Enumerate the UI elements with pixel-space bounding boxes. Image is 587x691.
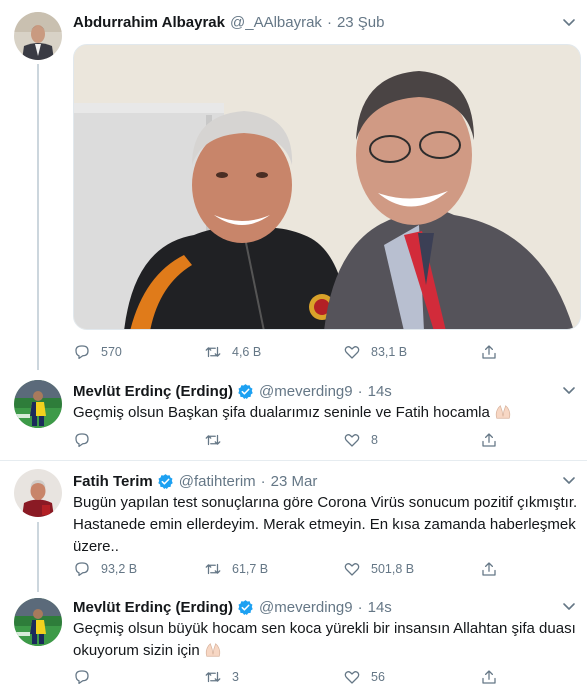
separator-dot: · [326,13,332,31]
share-action[interactable] [480,430,508,450]
praying-hands-icon [495,405,511,419]
author-name[interactable]: Mevlüt Erdinç (Erding) [73,383,233,400]
tweet-header: Mevlüt Erdinç (Erding) @meverding9 · 14s [73,381,392,401]
share-action[interactable] [480,342,508,362]
tweet-photo[interactable] [73,44,581,330]
reply-action[interactable]: 570 [73,342,122,362]
share-icon [482,345,496,359]
tweet-actions: 570 4,6 B 83,1 B [73,342,503,362]
retweet-icon [205,563,221,575]
tweet-time[interactable]: 23 Şub [337,14,385,31]
verified-badge-icon [237,599,254,616]
avatar[interactable] [14,469,62,517]
tweet-actions: 3 56 [73,667,503,687]
tweet-text-content: Geçmiş olsun büyük hocam sen koca yürekl… [73,620,576,659]
like-count: 56 [371,670,385,684]
chevron-down-icon[interactable] [561,472,577,488]
retweet-action[interactable]: 3 [204,667,239,687]
heart-icon [344,671,360,684]
reply-icon [75,670,89,685]
reply-action[interactable] [73,430,101,450]
tweet-actions: 8 [73,430,503,450]
tweet-actions: 93,2 B 61,7 B 501,8 B [73,559,503,579]
share-action[interactable] [480,559,508,579]
tweet-header: Fatih Terim @fatihterim · 23 Mar [73,471,317,491]
tweet-text-content: Geçmiş olsun Başkan şifa dualarımız seni… [73,404,490,421]
tweet-time[interactable]: 14s [368,599,392,616]
author-name[interactable]: Mevlüt Erdinç (Erding) [73,599,233,616]
retweet-icon [205,346,221,358]
tweet-text: Bugün yapılan test sonuçlarına göre Coro… [73,494,578,555]
author-handle[interactable]: @meverding9 [259,599,353,616]
verified-badge-icon [157,473,174,490]
avatar[interactable] [14,380,62,428]
like-action[interactable]: 8 [343,430,378,450]
retweet-action[interactable]: 61,7 B [204,559,268,579]
tweet-text: Geçmiş olsun büyük hocam sen koca yürekl… [73,618,581,662]
reply-icon [75,345,89,360]
reply-action[interactable] [73,667,101,687]
like-action[interactable]: 501,8 B [343,559,414,579]
retweet-count: 3 [232,670,239,684]
reply-count: 570 [101,345,122,359]
author-handle[interactable]: @fatihterim [179,473,256,490]
author-handle[interactable]: @meverding9 [259,383,353,400]
retweet-action[interactable] [204,430,232,450]
author-name[interactable]: Abdurrahim Albayrak [73,14,225,31]
tweet-thread: Abdurrahim Albayrak @_AAlbayrak · 23 Şub [0,0,587,691]
share-icon [482,562,496,576]
tweet-time[interactable]: 14s [368,383,392,400]
separator-dot: · [357,382,363,400]
chevron-down-icon[interactable] [561,598,577,614]
tweet-text: Geçmiş olsun Başkan şifa dualarımız seni… [73,402,573,424]
separator-dot: · [357,598,363,616]
tweet-header: Abdurrahim Albayrak @_AAlbayrak · 23 Şub [73,12,384,32]
praying-hands-icon [205,643,220,657]
tweet-time[interactable]: 23 Mar [271,473,318,490]
verified-badge-icon [237,383,254,400]
retweet-icon [205,434,221,446]
retweet-icon [205,671,221,683]
avatar[interactable] [14,12,62,60]
retweet-count: 61,7 B [232,562,269,576]
like-count: 83,1 B [371,345,408,359]
avatar[interactable] [14,598,62,646]
reply-icon [75,562,89,577]
author-handle[interactable]: @_AAlbayrak [230,14,322,31]
tweet-header: Mevlüt Erdinç (Erding) @meverding9 · 14s [73,597,392,617]
tweet[interactable]: Abdurrahim Albayrak @_AAlbayrak · 23 Şub [0,0,587,372]
tweet[interactable]: Fatih Terim @fatihterim · 23 Mar Bugün y… [0,460,587,592]
chevron-down-icon[interactable] [561,14,577,30]
chevron-down-icon[interactable] [561,382,577,398]
heart-icon [344,346,360,359]
share-icon [482,433,496,447]
share-icon [482,670,496,684]
reply-action[interactable]: 93,2 B [73,559,137,579]
like-count: 501,8 B [371,562,415,576]
separator-dot: · [260,472,266,490]
like-action[interactable]: 56 [343,667,385,687]
like-action[interactable]: 83,1 B [343,342,407,362]
retweet-count: 4,6 B [232,345,262,359]
tweet[interactable]: Mevlüt Erdinç (Erding) @meverding9 · 14s… [0,372,587,458]
reply-icon [75,433,89,448]
heart-icon [344,434,360,447]
like-count: 8 [371,433,378,447]
share-action[interactable] [480,667,508,687]
retweet-action[interactable]: 4,6 B [204,342,261,362]
heart-icon [344,563,360,576]
author-name[interactable]: Fatih Terim [73,473,153,490]
reply-count: 93,2 B [101,562,138,576]
tweet[interactable]: Mevlüt Erdinç (Erding) @meverding9 · 14s… [0,592,587,691]
